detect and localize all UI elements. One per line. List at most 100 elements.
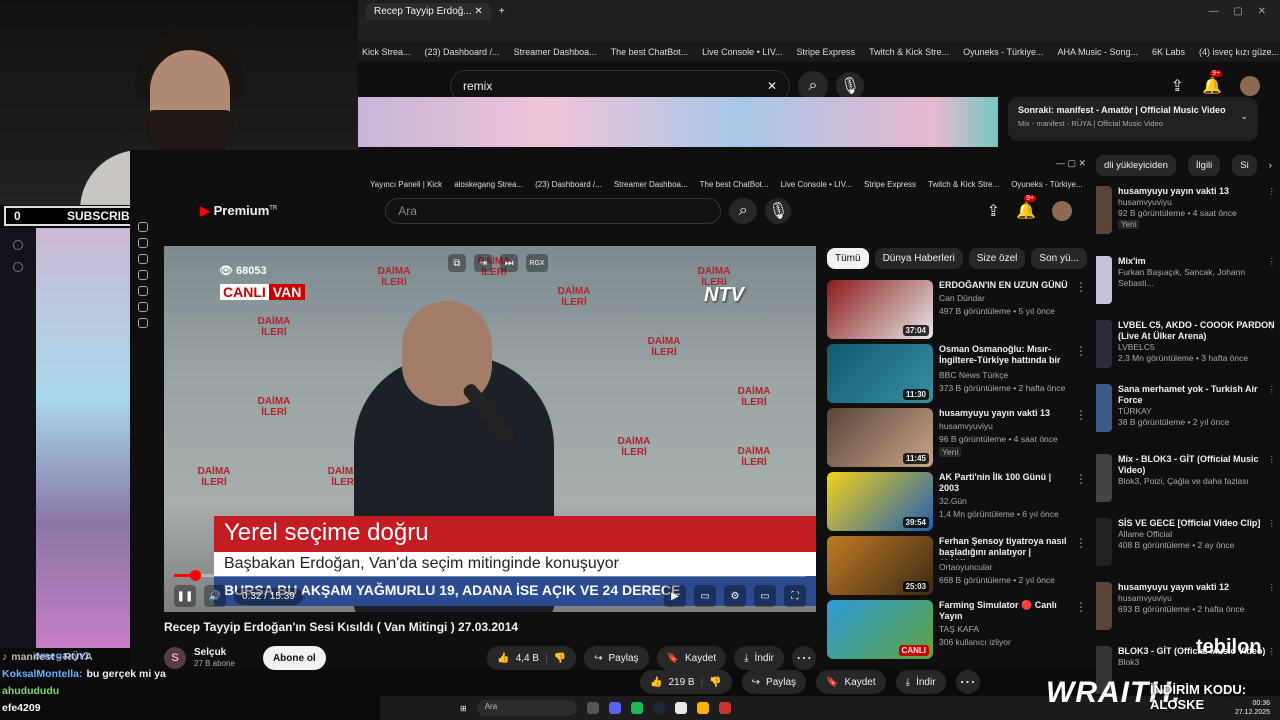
video-thumbnail[interactable]: CANLI [827, 600, 933, 659]
video-title[interactable]: SİS VE GECE [Official Video Clip] [1118, 518, 1278, 529]
chrome-icon[interactable] [674, 702, 687, 714]
video-thumbnail[interactable] [1096, 582, 1112, 630]
settings-icon[interactable]: ⚙ [724, 585, 746, 607]
progress-knob[interactable] [190, 570, 202, 581]
video-title[interactable]: LVBEL C5, AKDO - COOOK PARDON (Live At Ü… [1118, 320, 1278, 342]
channel-name[interactable]: TAŞ KAFA [939, 624, 1069, 635]
progress-bar[interactable] [174, 570, 806, 581]
address-bar[interactable] [358, 22, 1280, 42]
video-thumbnail[interactable] [1096, 454, 1112, 502]
video-thumbnail[interactable]: 39:54 [827, 472, 933, 531]
taskbar-search[interactable]: Ara [476, 700, 577, 716]
more-icon[interactable]: ⋮ [1075, 408, 1087, 471]
browser-tab[interactable]: Recep Tayyip Erdoğ... ✕ [366, 2, 491, 20]
video-thumbnail[interactable] [1096, 186, 1112, 234]
video-title[interactable]: AK Parti'nin İlk 100 Günü | 2003 [939, 472, 1069, 494]
subtitles-icon[interactable]: ▭ [694, 585, 716, 607]
video-title[interactable]: Mix'im [1118, 256, 1278, 267]
more-icon[interactable]: ⋯ [955, 670, 980, 694]
recommendation-item[interactable]: LVBEL C5, AKDO - COOOK PARDON (Live At Ü… [1118, 320, 1278, 364]
spotify-icon[interactable] [630, 702, 643, 714]
bookmark-item[interactable]: Live Console • LIV... [781, 180, 852, 189]
bookmark-item[interactable]: The best ChatBot... [611, 47, 689, 57]
avatar[interactable] [1240, 76, 1260, 96]
recommendation-item[interactable]: CANLI Farming Simulator 🔴 Canlı Yayın TAŞ … [827, 600, 1087, 663]
like-button[interactable]: 👍 4,4 B | 👎 [487, 646, 577, 670]
more-icon[interactable]: ⋮ [1075, 280, 1087, 343]
bookmark-item[interactable]: Oyuneks - Türkiye... [1011, 180, 1082, 189]
bookmark-item[interactable]: aloskegang Strea... [454, 180, 523, 189]
bookmark-item[interactable]: (4) isveç kızı güze... [1199, 47, 1279, 57]
video-thumbnail[interactable]: 25:03 [827, 536, 933, 595]
channel-name[interactable]: Ortaoyuncular [939, 562, 1069, 573]
task-view-icon[interactable] [586, 702, 599, 714]
channel-name[interactable]: Allame Official [1118, 529, 1278, 540]
channel-name[interactable]: 32.Gün [939, 496, 1069, 507]
window-controls-icon[interactable]: — ▢ ✕ [1056, 158, 1086, 169]
theater-icon[interactable]: ▭ [754, 585, 776, 607]
video-player[interactable]: DAİMA İLERİ DAİMA İLERİ DAİMA İLERİ DAİMA İ… [164, 246, 816, 612]
video-title[interactable]: Ferhan Şensoy tiyatroya nasıl başladığın… [939, 536, 1069, 560]
save-button[interactable]: 🔖 Kaydet [816, 670, 886, 694]
recommendation-item[interactable]: 11:30 Osman Osmanoğlu: Mısır-İngiltere-Tü… [827, 344, 1087, 407]
filter-chip[interactable]: Dünya Haberleri [874, 248, 963, 269]
recommendation-item[interactable]: Mix - BLOK3 - GİT (Official Music Video)… [1118, 454, 1278, 487]
recommendation-item[interactable]: 11:45 husamyuyu yayın vakti 13 husamvyuviy… [827, 408, 1087, 471]
cast-icon[interactable]: ⇥ [474, 254, 492, 272]
chat-username[interactable]: ahudududu [2, 685, 59, 697]
video-title[interactable]: Farming Simulator 🔴 Canlı Yayın [939, 600, 1069, 622]
mic-icon[interactable]: 🎙 [836, 72, 864, 100]
bookmark-item[interactable]: The best ChatBot... [700, 180, 769, 189]
chevron-right-icon[interactable]: › [1269, 160, 1272, 171]
video-title[interactable]: husamyuyu yayın vakti 13 [1118, 186, 1278, 197]
next-icon[interactable]: ⏭ [500, 254, 518, 272]
chevron-down-icon[interactable]: ⌄ [1240, 111, 1248, 122]
recommendation-item[interactable]: 39:54 AK Parti'nin İlk 100 Günü | 2003 32.… [827, 472, 1087, 535]
bookmark-item[interactable]: AHA Music - Song... [1057, 47, 1138, 57]
bookmark-item[interactable]: (23) Dashboard /... [425, 47, 500, 57]
bookmark-item[interactable]: Streamer Dashboa... [514, 47, 597, 57]
channel-name[interactable]: Can Dündar [939, 293, 1069, 304]
mic-icon[interactable]: 🎙 [765, 198, 792, 224]
download-button[interactable]: ⤓ İndir [734, 646, 784, 670]
more-icon[interactable]: ⋮ [1268, 384, 1277, 395]
video-title[interactable]: husamyuyu yayın vakti 12 [1118, 582, 1278, 593]
video-thumbnail[interactable]: 37:04 [827, 280, 933, 339]
bookmark-item[interactable]: Stripe Express [864, 180, 916, 189]
upload-icon[interactable]: ⇪ [987, 201, 1000, 221]
search-icon[interactable]: ⌕ [729, 198, 758, 224]
kick-icon[interactable] [138, 222, 148, 232]
right-tab[interactable]: İlgili [1187, 155, 1221, 176]
clock-icon[interactable] [138, 302, 148, 312]
recommendation-item[interactable]: Sana merhamet yok - Turkish Air Force TÜR… [1118, 384, 1278, 428]
chat-username[interactable]: KoksalMontella: [2, 668, 83, 680]
share-button[interactable]: ↪ Paylaş [584, 646, 649, 670]
rgx-button[interactable]: RGX [526, 254, 548, 272]
channel-name[interactable]: husamvyuviyu [939, 421, 1069, 432]
more-icon[interactable]: ⋮ [1268, 454, 1277, 465]
youtube-icon[interactable] [138, 270, 148, 280]
recommendation-item[interactable]: husamyuyu yayın vakti 13 husamvyuviyu 92 B… [1118, 186, 1278, 229]
settings-icon[interactable] [13, 240, 23, 250]
more-icon[interactable]: ⋯ [792, 646, 816, 670]
video-thumbnail[interactable] [1096, 320, 1112, 368]
bookmark-item[interactable]: Yayıncı Paneli | Kick [370, 180, 442, 189]
video-thumbnail[interactable] [1096, 256, 1112, 304]
next-video-card[interactable]: Sonraki: manifest - Amatör | Official Mu… [1008, 97, 1258, 141]
youtube-logo[interactable]: ▶ PremiumTR [200, 203, 277, 219]
avatar[interactable] [1052, 201, 1072, 221]
twitch-icon[interactable] [138, 238, 148, 248]
video-thumbnail[interactable]: 11:45 [827, 408, 933, 467]
filter-chip[interactable]: Son yü... [1031, 248, 1087, 269]
search-input[interactable]: Ara [385, 198, 722, 224]
recommendation-item[interactable]: Mix'im Furkan Başıaçık, Sancak, Johann Se… [1118, 256, 1278, 289]
channel-name[interactable]: BBC News Türkçe [939, 370, 1069, 381]
bell-icon[interactable]: 🔔 9+ [1016, 195, 1037, 221]
recommendation-item[interactable]: 37:04 ERDOĞAN'IN EN UZUN GÜNÜ Can Dündar 49… [827, 280, 1087, 343]
download-button[interactable]: ⤓ İndir [895, 670, 946, 694]
thumbs-down-icon[interactable]: 👎 [709, 677, 721, 688]
window-controls-icon[interactable]: — ▢ ✕ [1209, 6, 1272, 17]
miniplayer-icon[interactable]: ⧉ [448, 254, 466, 272]
more-icon[interactable]: ⋮ [1075, 344, 1087, 407]
video-title[interactable]: Osman Osmanoğlu: Mısır-İngiltere-Türkiye… [939, 344, 1069, 368]
